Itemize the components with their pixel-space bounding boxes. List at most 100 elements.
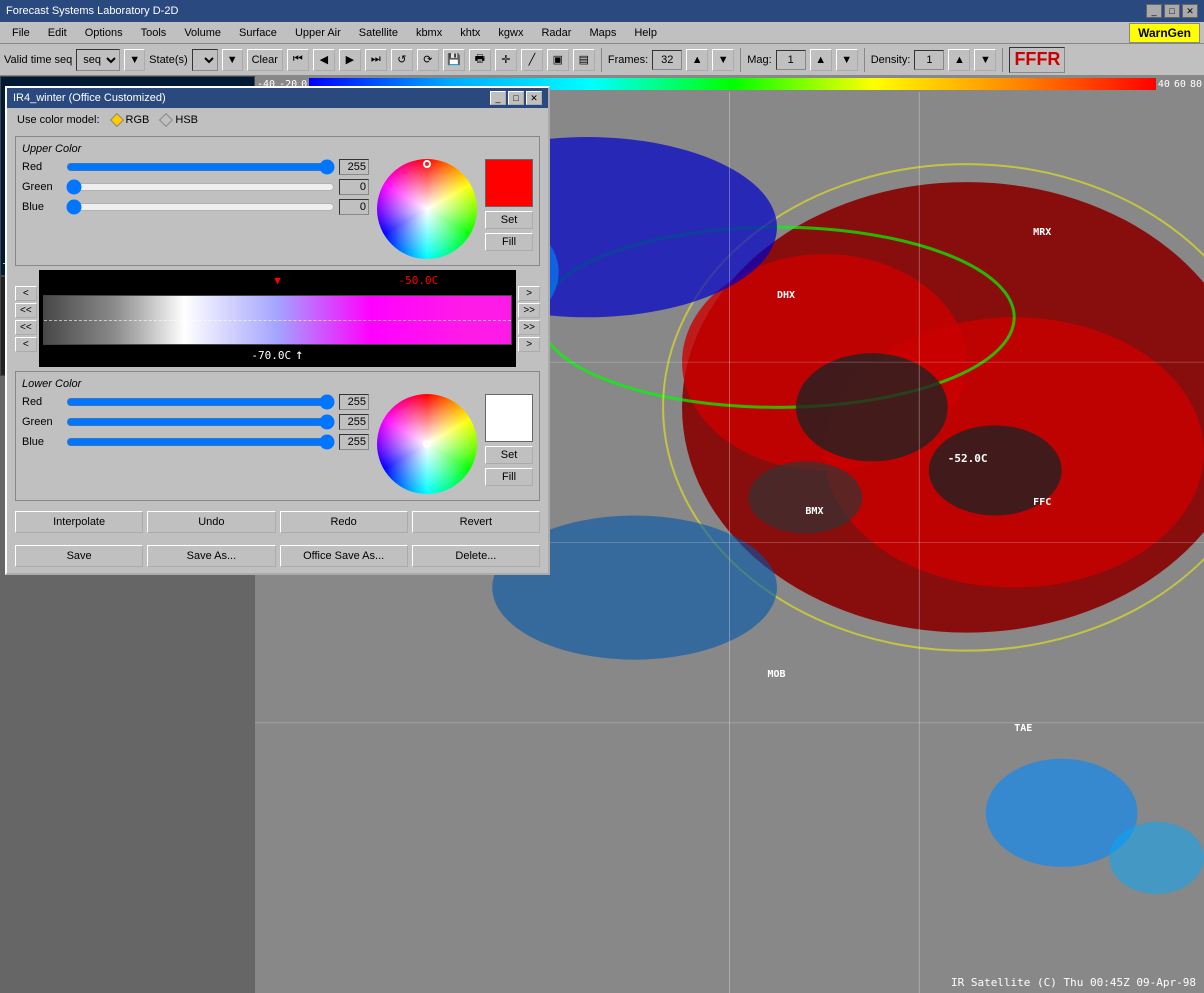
maximize-button[interactable]: □: [1164, 4, 1180, 18]
lower-red-label: Red: [22, 396, 62, 408]
nav-cursor[interactable]: ✛: [495, 49, 517, 71]
delete-button[interactable]: Delete...: [412, 545, 540, 567]
density-up[interactable]: ▲: [948, 49, 970, 71]
upper-red-slider[interactable]: [66, 159, 335, 175]
color-ramp-bar[interactable]: [43, 295, 513, 345]
menu-maps[interactable]: Maps: [581, 25, 624, 41]
nav-prev[interactable]: ◀: [313, 49, 335, 71]
ramp-left-small2[interactable]: <: [15, 337, 37, 352]
ramp-left-small[interactable]: <: [15, 286, 37, 301]
ramp-temp2-label: -70.0C: [251, 349, 291, 362]
upper-red-row: Red 255: [22, 159, 369, 175]
nav-pan[interactable]: ▤: [573, 49, 595, 71]
menu-kbmx[interactable]: kbmx: [408, 25, 450, 41]
menu-upper-air[interactable]: Upper Air: [287, 25, 349, 41]
redo-button[interactable]: Redo: [280, 511, 408, 533]
warngen-button[interactable]: WarnGen: [1129, 23, 1200, 43]
ramp-container: ▼ -50.0C -70.0C ↑: [39, 270, 517, 367]
lower-fill-button[interactable]: Fill: [485, 468, 533, 486]
ramp-right-small[interactable]: >: [518, 286, 540, 301]
state-dropdown[interactable]: ▼: [124, 49, 145, 71]
mag-value[interactable]: [776, 50, 806, 70]
menu-edit[interactable]: Edit: [40, 25, 75, 41]
nav-print[interactable]: 🖶: [469, 49, 491, 71]
density-down[interactable]: ▼: [974, 49, 996, 71]
ramp-left-large2[interactable]: <<: [15, 320, 37, 335]
nav-last[interactable]: ⏭: [365, 49, 387, 71]
menu-help[interactable]: Help: [626, 25, 665, 41]
clear-button[interactable]: Clear: [247, 49, 283, 71]
dialog-bottom-row1: Interpolate Undo Redo Revert: [7, 505, 548, 539]
interpolate-button[interactable]: Interpolate: [15, 511, 143, 533]
hsb-radio[interactable]: [159, 113, 173, 127]
lower-color-content: Red 255 Green 255 Blue 255: [22, 394, 533, 494]
frames-up[interactable]: ▲: [686, 49, 708, 71]
upper-set-button[interactable]: Set: [485, 211, 533, 229]
nav-first[interactable]: ⏮: [287, 49, 309, 71]
frames-down[interactable]: ▼: [712, 49, 734, 71]
hsb-option[interactable]: HSB: [161, 114, 198, 126]
menu-volume[interactable]: Volume: [176, 25, 229, 41]
ramp-left-btns: < << << <: [15, 286, 37, 352]
mag-up[interactable]: ▲: [810, 49, 832, 71]
color-bar-label-80: 80: [1188, 79, 1204, 90]
menu-surface[interactable]: Surface: [231, 25, 285, 41]
lower-blue-slider[interactable]: [66, 434, 335, 450]
upper-green-slider[interactable]: [66, 179, 335, 195]
rgb-option[interactable]: RGB: [112, 114, 150, 126]
upper-red-label: Red: [22, 161, 62, 173]
ramp-left-large[interactable]: <<: [15, 303, 37, 318]
main-content: Thu 03:00Z 09-Apr-98 IR4_winter (Office …: [0, 76, 1204, 993]
color-editor-titlebar[interactable]: IR4_winter (Office Customized) _ □ ✕: [7, 88, 548, 108]
ramp-right-large[interactable]: >>: [518, 303, 540, 318]
dialog-minimize[interactable]: _: [490, 91, 506, 105]
ramp-right-large2[interactable]: >>: [518, 320, 540, 335]
valid-time-select[interactable]: seq: [76, 49, 120, 71]
nav-save[interactable]: 💾: [443, 49, 465, 71]
nav-zoom[interactable]: ▣: [547, 49, 569, 71]
menu-options[interactable]: Options: [77, 25, 131, 41]
temp-label: -52.0C: [948, 452, 988, 465]
nav-next[interactable]: ▶: [339, 49, 361, 71]
nav-select[interactable]: ╱: [521, 49, 543, 71]
label-ffc: FFC: [1033, 497, 1051, 508]
upper-blue-slider[interactable]: [66, 199, 335, 215]
app-title: Forecast Systems Laboratory D-2D: [6, 5, 178, 17]
mag-down[interactable]: ▼: [836, 49, 858, 71]
nav-refresh[interactable]: ↺: [391, 49, 413, 71]
lower-set-button[interactable]: Set: [485, 446, 533, 464]
revert-button[interactable]: Revert: [412, 511, 540, 533]
dialog-maximize[interactable]: □: [508, 91, 524, 105]
frames-value[interactable]: [652, 50, 682, 70]
rgb-radio-selected[interactable]: [109, 113, 123, 127]
upper-color-wheel[interactable]: [377, 159, 477, 259]
lower-color-wheel[interactable]: [377, 394, 477, 494]
minimize-button[interactable]: _: [1146, 4, 1162, 18]
color-editor-title: IR4_winter (Office Customized): [13, 92, 166, 104]
upper-color-preview: [485, 159, 533, 207]
toolbar-separator: [601, 48, 602, 72]
menu-tools[interactable]: Tools: [133, 25, 175, 41]
close-button[interactable]: ✕: [1182, 4, 1198, 18]
mag-label: Mag:: [747, 54, 771, 66]
state-select[interactable]: [192, 49, 218, 71]
density-value[interactable]: [914, 50, 944, 70]
upper-fill-button[interactable]: Fill: [485, 233, 533, 251]
toolbar-separator3: [864, 48, 865, 72]
dialog-close[interactable]: ✕: [526, 91, 542, 105]
menu-file[interactable]: File: [4, 25, 38, 41]
save-button[interactable]: Save: [15, 545, 143, 567]
menu-satellite[interactable]: Satellite: [351, 25, 406, 41]
nav-loop[interactable]: ⟳: [417, 49, 439, 71]
undo-button[interactable]: Undo: [147, 511, 275, 533]
state-dropdown2[interactable]: ▼: [222, 49, 243, 71]
office-save-as-button[interactable]: Office Save As...: [280, 545, 408, 567]
save-as-button[interactable]: Save As...: [147, 545, 275, 567]
label-mob: MOB: [767, 669, 785, 680]
ramp-right-small2[interactable]: >: [518, 337, 540, 352]
lower-red-slider[interactable]: [66, 394, 335, 410]
lower-green-slider[interactable]: [66, 414, 335, 430]
menu-khtx[interactable]: khtx: [452, 25, 488, 41]
menu-kgwx[interactable]: kgwx: [490, 25, 531, 41]
menu-radar[interactable]: Radar: [533, 25, 579, 41]
